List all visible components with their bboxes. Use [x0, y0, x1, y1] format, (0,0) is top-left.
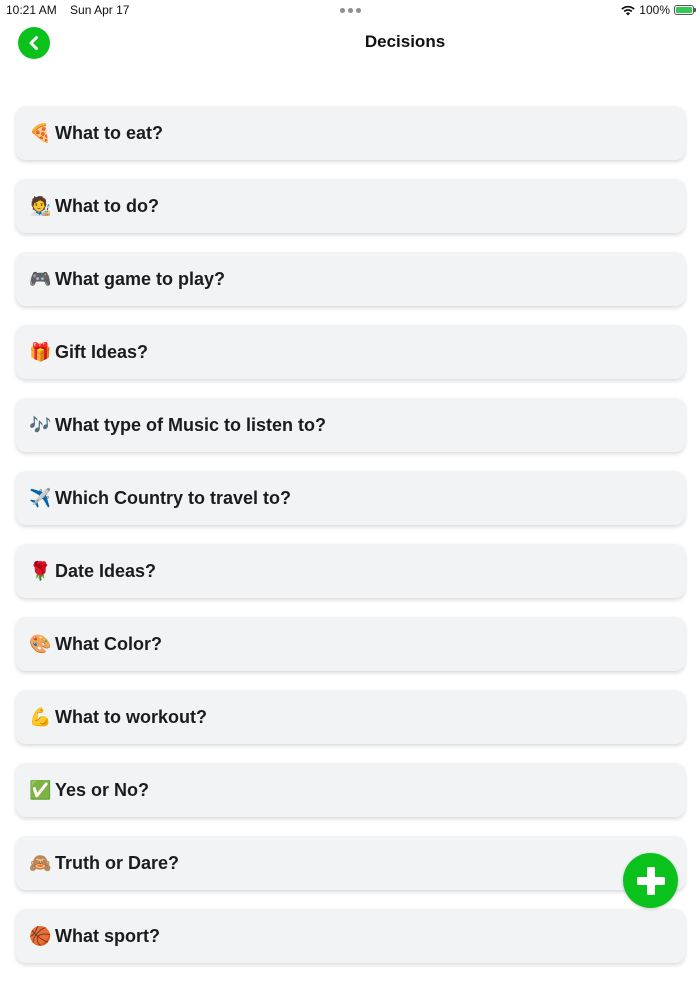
item-label: Gift Ideas?	[55, 341, 149, 362]
decision-item[interactable]: 🧑‍🎨 What to do?	[16, 179, 685, 233]
item-label: What to workout?	[55, 706, 207, 727]
decision-item[interactable]: 🏀 What sport?	[16, 909, 685, 963]
item-emoji-icon: 💪	[29, 706, 52, 728]
add-decision-button[interactable]	[623, 853, 678, 908]
decision-item[interactable]: 💪 What to workout?	[16, 690, 685, 744]
status-right: 100%	[621, 3, 696, 17]
decision-item[interactable]: 🌹 Date Ideas?	[16, 544, 685, 598]
page-title: Decisions	[364, 32, 446, 51]
item-label: Which Country to travel to?	[55, 487, 291, 508]
item-emoji-icon: 🎮	[29, 268, 52, 290]
item-label: Date Ideas?	[55, 560, 157, 581]
item-emoji-icon: 🌹	[29, 560, 52, 582]
multitasking-dots-icon[interactable]	[340, 8, 361, 13]
item-emoji-icon: 🎨	[29, 633, 52, 655]
item-label: What to eat?	[55, 122, 163, 143]
decision-list: 🍕 What to eat? 🧑‍🎨 What to do? 🎮 What game to…	[16, 106, 685, 982]
item-emoji-icon: 🍕	[29, 122, 52, 144]
item-emoji-icon: 🎶	[29, 414, 52, 436]
item-label: What sport?	[55, 925, 160, 946]
decision-item[interactable]: ✅ Yes or No?	[16, 763, 685, 817]
decision-item[interactable]: 🙈 Truth or Dare?	[16, 836, 685, 890]
decision-item[interactable]: ✈️ Which Country to travel to?	[16, 471, 685, 525]
status-time: 10:21 AM	[6, 3, 57, 17]
item-label: What game to play?	[55, 268, 226, 289]
status-bar: 10:21 AM Sun Apr 17 100%	[0, 0, 700, 20]
item-emoji-icon: 🏀	[29, 925, 52, 947]
decision-item[interactable]: 🎮 What game to play?	[16, 252, 685, 306]
status-date: Sun Apr 17	[70, 3, 130, 17]
battery-percent: 100%	[639, 3, 670, 17]
item-emoji-icon: ✅	[29, 779, 52, 801]
item-label: What Color?	[55, 633, 162, 654]
item-emoji-icon: 🧑‍🎨	[29, 195, 52, 217]
item-label: Truth or Dare?	[55, 852, 180, 873]
decision-item[interactable]: 🍕 What to eat?	[16, 106, 685, 160]
battery-icon	[674, 5, 696, 15]
item-label: What type of Music to listen to?	[55, 414, 326, 435]
plus-icon	[636, 866, 665, 895]
status-left: 10:21 AM Sun Apr 17	[6, 3, 139, 17]
wifi-icon	[621, 5, 635, 15]
item-label: Yes or No?	[55, 779, 150, 800]
decision-item[interactable]: 🎨 What Color?	[16, 617, 685, 671]
item-label: What to do?	[55, 195, 159, 216]
item-emoji-icon: 🙈	[29, 852, 52, 874]
item-emoji-icon: ✈️	[29, 487, 52, 509]
item-emoji-icon: 🎁	[29, 341, 52, 363]
decision-item[interactable]: 🎶 What type of Music to listen to?	[16, 398, 685, 452]
decision-item[interactable]: 🎁 Gift Ideas?	[16, 325, 685, 379]
nav-bar: Decisions	[0, 24, 700, 60]
